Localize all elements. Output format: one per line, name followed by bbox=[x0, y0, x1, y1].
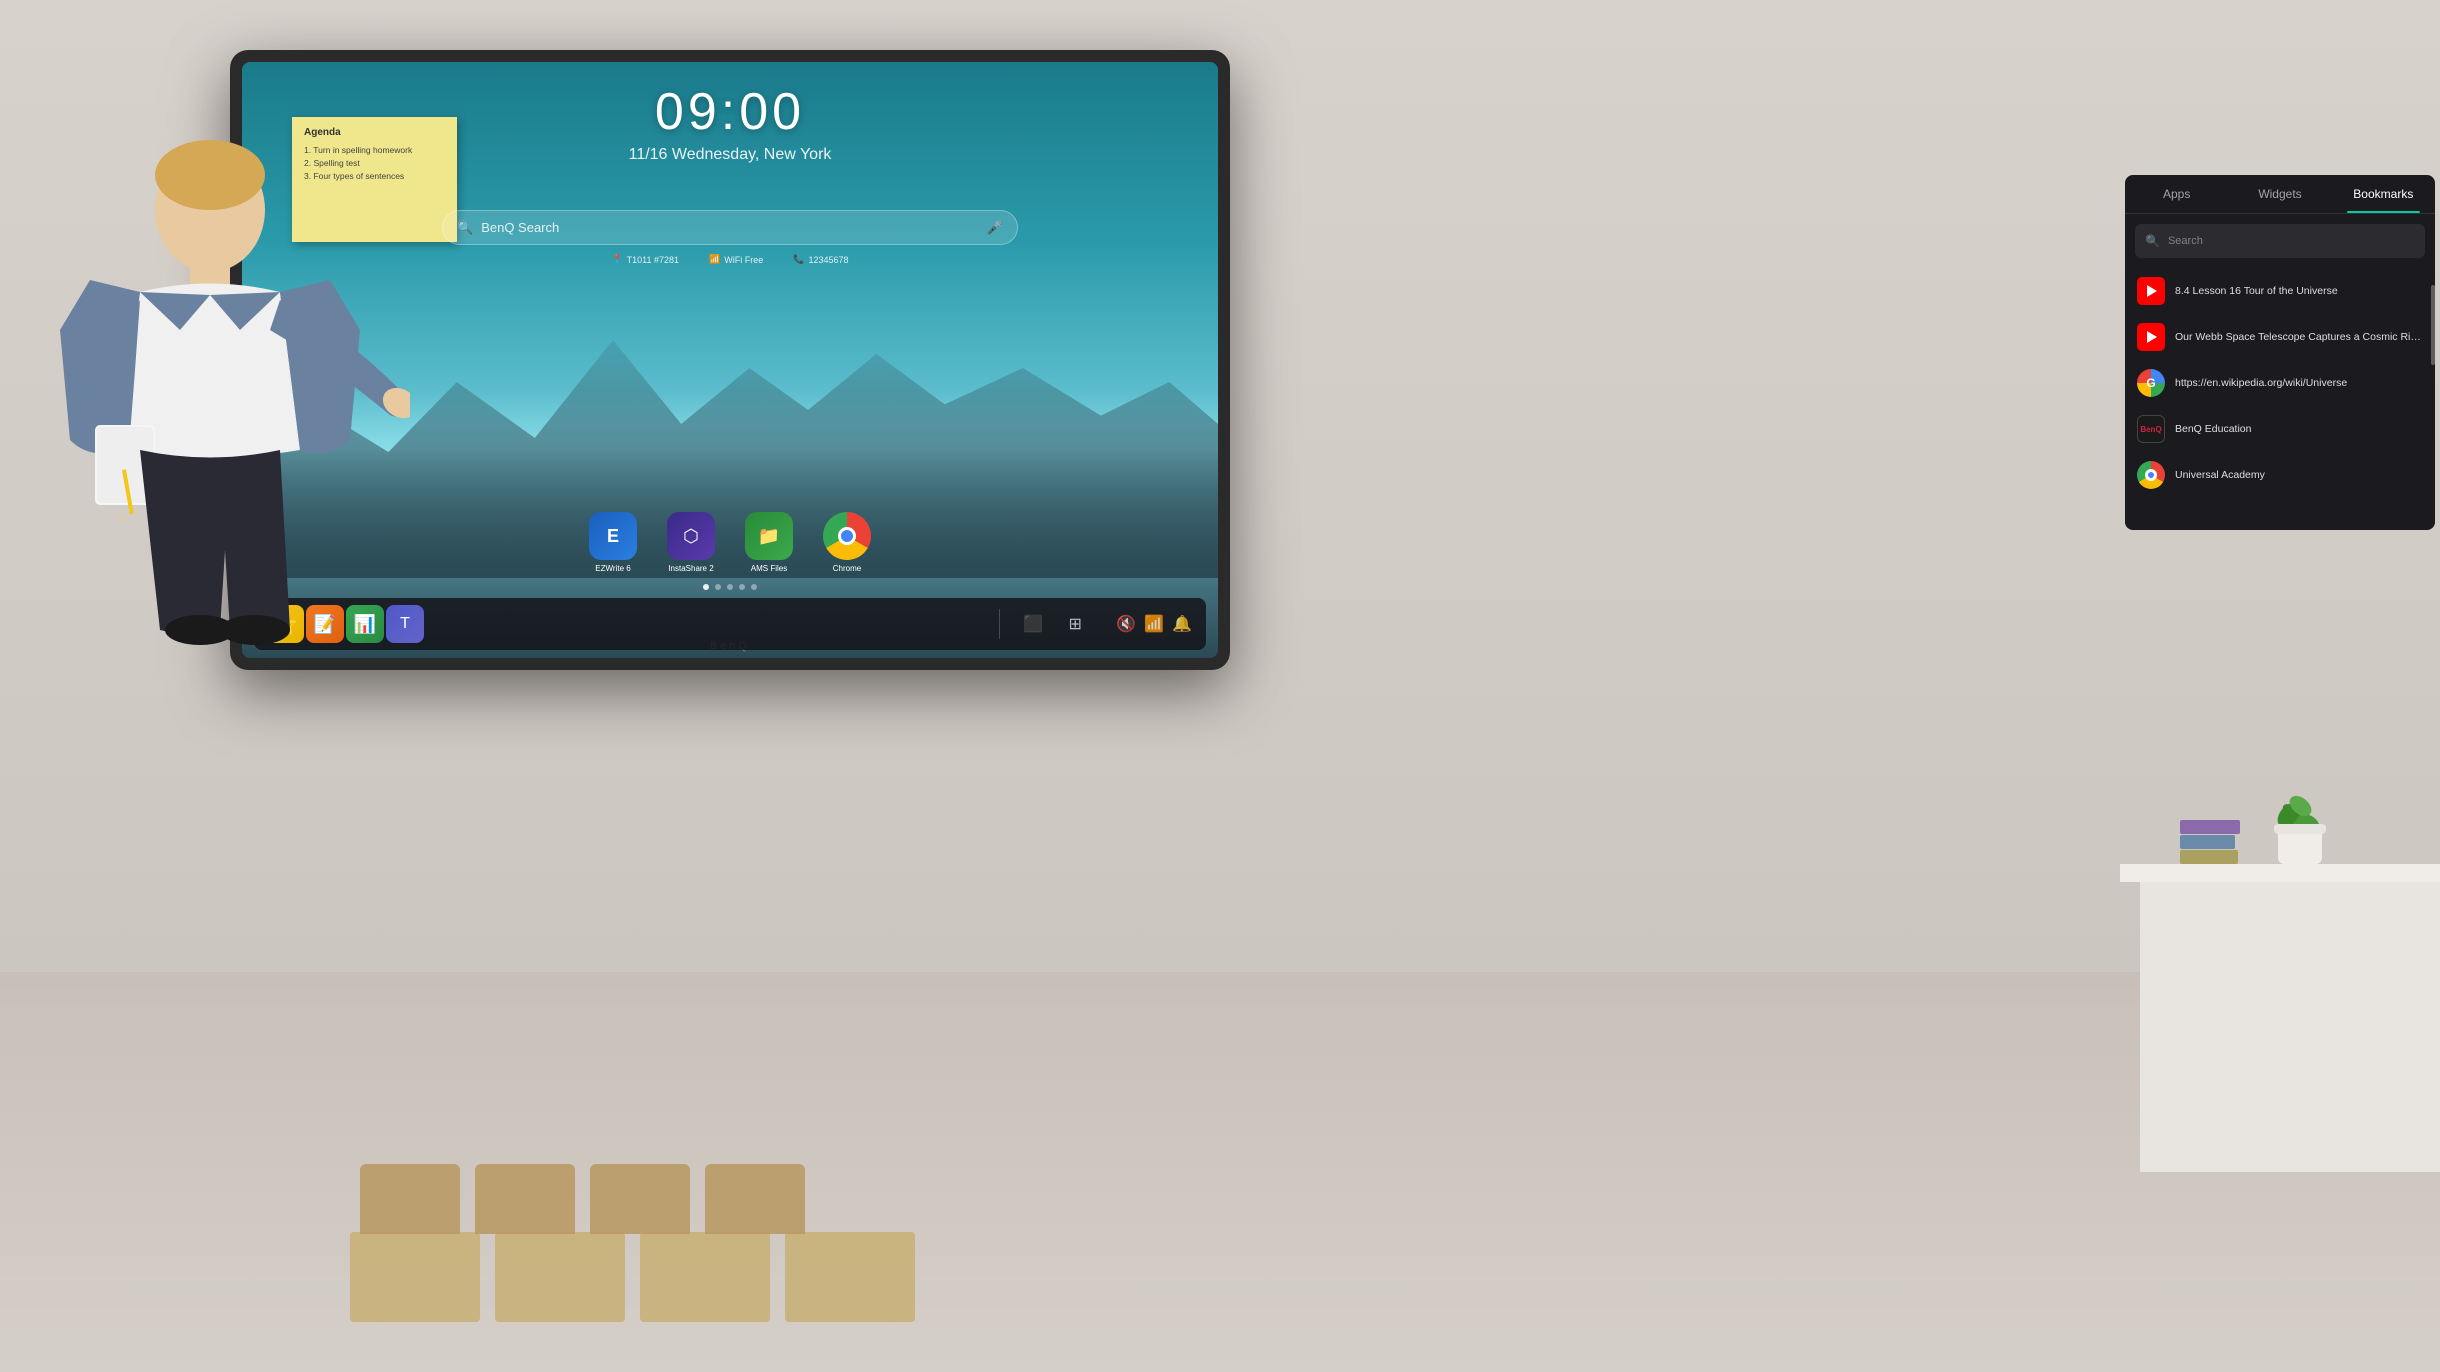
bookmark-item-2[interactable]: https://en.wikipedia.org/wiki/Universe bbox=[2125, 360, 2435, 406]
chrome-label: Chrome bbox=[833, 564, 861, 573]
taskbar-right: 🔇 📶 🔔 bbox=[1102, 614, 1206, 634]
right-furniture bbox=[2090, 722, 2440, 1172]
bookmark-title-4: Universal Academy bbox=[2175, 469, 2423, 481]
mic-icon: 🎤 bbox=[987, 220, 1003, 236]
tab-bookmarks[interactable]: Bookmarks bbox=[2332, 175, 2435, 213]
chair-1 bbox=[360, 1164, 460, 1234]
input-source-button[interactable]: ⬛ bbox=[1014, 605, 1052, 643]
chair-3 bbox=[590, 1164, 690, 1234]
bookmark-item-1[interactable]: Our Webb Space Telescope Captures a Cosm… bbox=[2125, 314, 2435, 360]
app-ezwrite[interactable]: E EZWrite 6 bbox=[589, 512, 637, 573]
teacher-svg bbox=[50, 130, 410, 880]
search-icon: 🔍 bbox=[457, 220, 473, 236]
chair-2 bbox=[475, 1164, 575, 1234]
tab-apps[interactable]: Apps bbox=[2125, 175, 2228, 213]
time-display: 09:00 11/16 Wednesday, New York bbox=[629, 82, 832, 164]
google-favicon-2 bbox=[2137, 369, 2165, 397]
date-display: 11/16 Wednesday, New York bbox=[629, 146, 832, 164]
bookmark-item-4[interactable]: Universal Academy bbox=[2125, 452, 2435, 498]
wifi-status: 📶 WiFi Free bbox=[709, 254, 763, 265]
bookmark-list: 8.4 Lesson 16 Tour of the Universe Our W… bbox=[2125, 264, 2435, 530]
classroom-desks-area bbox=[350, 1022, 2190, 1322]
bookmark-title-0: 8.4 Lesson 16 Tour of the Universe bbox=[2175, 285, 2423, 297]
device-id: 📍 T1011 #7281 bbox=[611, 254, 679, 265]
plant-container bbox=[2260, 774, 2340, 864]
clock: 09:00 bbox=[629, 82, 832, 142]
wifi-button[interactable]: 📶 bbox=[1144, 614, 1164, 634]
yt-play-icon-1 bbox=[2147, 331, 2157, 343]
plant-leaves bbox=[2260, 774, 2340, 864]
bookmark-text-4: Universal Academy bbox=[2175, 469, 2423, 481]
chrome-app-icon bbox=[823, 512, 871, 560]
ezwrite-icon: E bbox=[589, 512, 637, 560]
teacher-figure bbox=[50, 130, 410, 885]
instashare-icon: ⬡ bbox=[667, 512, 715, 560]
panel-search-input[interactable] bbox=[2168, 235, 2415, 247]
bookmark-title-1: Our Webb Space Telescope Captures a Cosm… bbox=[2175, 331, 2423, 343]
desk-3 bbox=[640, 1232, 770, 1322]
yt-play-icon-0 bbox=[2147, 285, 2157, 297]
app-instashare[interactable]: ⬡ InstaShare 2 bbox=[667, 512, 715, 573]
mute-button[interactable]: 🔇 bbox=[1116, 614, 1136, 634]
dot-4 bbox=[739, 584, 745, 590]
bookmark-title-2: https://en.wikipedia.org/wiki/Universe bbox=[2175, 377, 2423, 389]
bookmark-text-0: 8.4 Lesson 16 Tour of the Universe bbox=[2175, 285, 2423, 297]
book-3 bbox=[2180, 850, 2238, 864]
dot-3 bbox=[727, 584, 733, 590]
chair-row bbox=[360, 1164, 805, 1234]
white-cabinet bbox=[2140, 872, 2440, 1172]
ams-label: AMS Files bbox=[751, 564, 787, 573]
desk-2 bbox=[495, 1232, 625, 1322]
taskbar-divider bbox=[999, 609, 1000, 639]
bookmark-item-3[interactable]: BenQ BenQ Education bbox=[2125, 406, 2435, 452]
shelf-surface bbox=[2120, 864, 2440, 882]
benq-favicon-3: BenQ bbox=[2137, 415, 2165, 443]
search-text: BenQ Search bbox=[481, 220, 987, 235]
desk-row bbox=[350, 1232, 915, 1322]
panel-scrollbar-thumb bbox=[2431, 285, 2435, 365]
app-ams[interactable]: 📁 AMS Files bbox=[745, 512, 793, 573]
desk-1 bbox=[350, 1232, 480, 1322]
app-chrome[interactable]: Chrome bbox=[823, 512, 871, 573]
ams-icon: 📁 bbox=[745, 512, 793, 560]
panel-scrollbar[interactable] bbox=[2431, 275, 2435, 530]
dot-1 bbox=[703, 584, 709, 590]
chrome-favicon-4 bbox=[2137, 461, 2165, 489]
dot-2 bbox=[715, 584, 721, 590]
book-1 bbox=[2180, 820, 2240, 834]
bookmark-text-3: BenQ Education bbox=[2175, 423, 2423, 435]
books-container bbox=[2180, 820, 2240, 864]
bookmark-text-1: Our Webb Space Telescope Captures a Cosm… bbox=[2175, 331, 2423, 343]
instashare-label: InstaShare 2 bbox=[668, 564, 713, 573]
bell-button[interactable]: 🔔 bbox=[1172, 614, 1192, 634]
pot-body bbox=[2278, 829, 2322, 864]
grid-button[interactable]: ⊞ bbox=[1056, 605, 1094, 643]
bookmarks-panel: Apps Widgets Bookmarks 🔍 8.4 Lesson 16 T… bbox=[2125, 175, 2435, 530]
search-bar[interactable]: 🔍 BenQ Search 🎤 bbox=[442, 210, 1018, 245]
book-2 bbox=[2180, 835, 2235, 849]
panel-tabs: Apps Widgets Bookmarks bbox=[2125, 175, 2435, 214]
benq-logo-text: BenQ bbox=[2140, 425, 2161, 434]
panel-search-bar[interactable]: 🔍 bbox=[2135, 224, 2425, 258]
panel-search-icon: 🔍 bbox=[2145, 234, 2160, 248]
dot-5 bbox=[751, 584, 757, 590]
chair-4 bbox=[705, 1164, 805, 1234]
bookmark-item-0[interactable]: 8.4 Lesson 16 Tour of the Universe bbox=[2125, 268, 2435, 314]
ezwrite-label: EZWrite 6 bbox=[595, 564, 630, 573]
youtube-favicon-1 bbox=[2137, 323, 2165, 351]
youtube-favicon-0 bbox=[2137, 277, 2165, 305]
bookmark-text-2: https://en.wikipedia.org/wiki/Universe bbox=[2175, 377, 2423, 389]
tab-widgets[interactable]: Widgets bbox=[2228, 175, 2331, 213]
phone-number: 📞 12345678 bbox=[793, 254, 848, 265]
bookmark-title-3: BenQ Education bbox=[2175, 423, 2423, 435]
desk-4 bbox=[785, 1232, 915, 1322]
pot-rim bbox=[2274, 824, 2326, 834]
